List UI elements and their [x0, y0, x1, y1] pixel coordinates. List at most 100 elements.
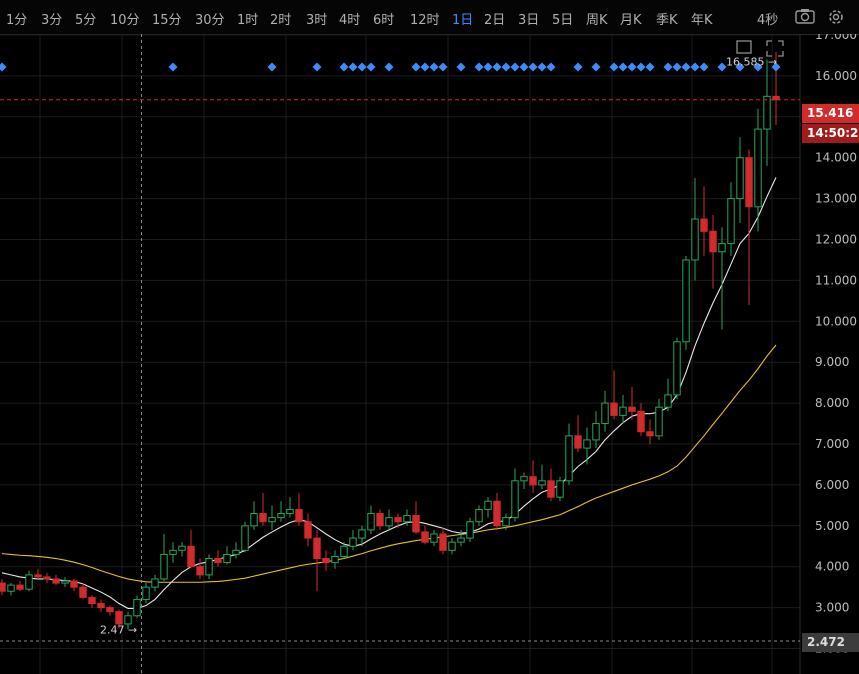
y-tick-label: 8.000	[815, 396, 849, 410]
camera-icon[interactable]	[795, 8, 815, 24]
candle-down	[646, 431, 654, 437]
timeframe-18[interactable]: 季K	[656, 9, 678, 28]
timeframe-7[interactable]: 2时	[270, 9, 291, 28]
timeframe-0[interactable]: 1分	[6, 9, 27, 28]
timeframe-2[interactable]: 5分	[75, 9, 96, 28]
candle-down	[196, 566, 204, 576]
candle-down	[187, 545, 195, 568]
candle-up	[511, 480, 519, 519]
candle-down	[313, 537, 321, 560]
signal-marker	[0, 62, 7, 72]
crosshair-price-label: 2.472	[802, 633, 859, 652]
candle-down	[628, 406, 636, 412]
candle-down	[304, 521, 312, 539]
candle-up	[565, 435, 573, 482]
candle-down	[709, 230, 717, 253]
candle-up	[340, 545, 348, 557]
candle-up	[502, 517, 510, 527]
candle-down	[106, 607, 114, 613]
signal-marker	[663, 62, 673, 72]
signal-marker	[456, 62, 466, 72]
fullscreen-icon[interactable]	[766, 40, 784, 57]
candle-down	[376, 513, 384, 527]
y-tick-label: 9.000	[815, 355, 849, 369]
candle-up	[538, 480, 546, 486]
high-price-annotation: 16.585 →	[726, 56, 777, 69]
candle-up	[583, 439, 591, 449]
y-tick-label: 17.000	[815, 34, 857, 42]
timeframe-12[interactable]: 1日	[452, 9, 473, 28]
candle-down	[529, 476, 537, 486]
signal-marker	[357, 62, 367, 72]
signal-marker	[537, 62, 547, 72]
timeframe-6[interactable]: 1时	[237, 9, 258, 28]
signal-marker	[591, 62, 601, 72]
signal-marker	[474, 62, 484, 72]
candle-up	[358, 529, 366, 539]
timeframe-3[interactable]: 10分	[110, 9, 140, 28]
candle-down	[439, 533, 447, 551]
candle-up	[232, 549, 240, 555]
timeframe-4[interactable]: 15分	[152, 9, 182, 28]
candle-up	[61, 580, 69, 584]
candle-up	[673, 341, 681, 396]
candle-up	[655, 406, 663, 437]
y-tick-label: 12.000	[815, 233, 857, 247]
signal-marker	[645, 62, 655, 72]
timeframe-1[interactable]: 3分	[41, 9, 62, 28]
candlestick-chart[interactable]: 2.0003.0004.0005.0006.0007.0008.0009.000…	[0, 34, 859, 674]
signal-marker	[573, 62, 583, 72]
timeframe-16[interactable]: 周K	[586, 9, 608, 28]
timeframe-13[interactable]: 2日	[484, 9, 505, 28]
candle-up	[601, 402, 609, 425]
signal-marker	[681, 62, 691, 72]
signal-marker	[492, 62, 502, 72]
candle-down	[322, 558, 330, 564]
candle-up	[682, 259, 690, 343]
timeframe-5[interactable]: 30分	[195, 9, 225, 28]
candle-up	[142, 586, 150, 600]
signal-marker	[348, 62, 358, 72]
timeframe-10[interactable]: 6时	[373, 9, 394, 28]
signal-marker	[699, 62, 709, 72]
candle-down	[70, 580, 78, 588]
note-icon[interactable]	[736, 40, 752, 54]
refresh-countdown: 4秒	[757, 13, 779, 28]
signal-marker	[609, 62, 619, 72]
candle-down	[610, 402, 618, 416]
candle-down	[295, 508, 303, 523]
signal-marker	[546, 62, 556, 72]
timeframe-toolbar: 1分 3分 5分 10分 15分 30分 1时 2时 3时 4时 6时 12时 1日 2日 3日 5日 周K 月K…	[0, 0, 859, 35]
candle-up	[763, 95, 771, 130]
settings-icon[interactable]	[827, 8, 845, 26]
signal-marker	[429, 62, 439, 72]
timeframe-9[interactable]: 4时	[339, 9, 360, 28]
timeframe-19[interactable]: 年K	[691, 9, 713, 28]
candle-up	[403, 515, 411, 523]
signal-marker	[438, 62, 448, 72]
candle-down	[547, 480, 555, 498]
timeframe-11[interactable]: 12时	[410, 9, 440, 28]
timeframe-8[interactable]: 3时	[306, 9, 327, 28]
candle-down	[259, 513, 267, 523]
candle-down	[745, 157, 753, 208]
candle-down	[0, 582, 6, 592]
signal-marker	[420, 62, 430, 72]
candle-up	[475, 508, 483, 523]
candle-up	[691, 218, 699, 261]
signal-marker	[411, 62, 421, 72]
signal-marker	[519, 62, 529, 72]
candle-up	[556, 480, 564, 498]
candle-down	[214, 558, 222, 564]
candle-up	[367, 513, 375, 531]
signal-marker	[672, 62, 682, 72]
signal-marker	[384, 62, 394, 72]
timeframe-14[interactable]: 3日	[518, 9, 539, 28]
candle-down	[52, 578, 60, 584]
candle-down	[700, 218, 708, 232]
timeframe-15[interactable]: 5日	[552, 9, 573, 28]
y-tick-label: 5.000	[815, 519, 849, 533]
timeframe-17[interactable]: 月K	[620, 9, 642, 28]
signal-marker	[510, 62, 520, 72]
signal-marker	[636, 62, 646, 72]
